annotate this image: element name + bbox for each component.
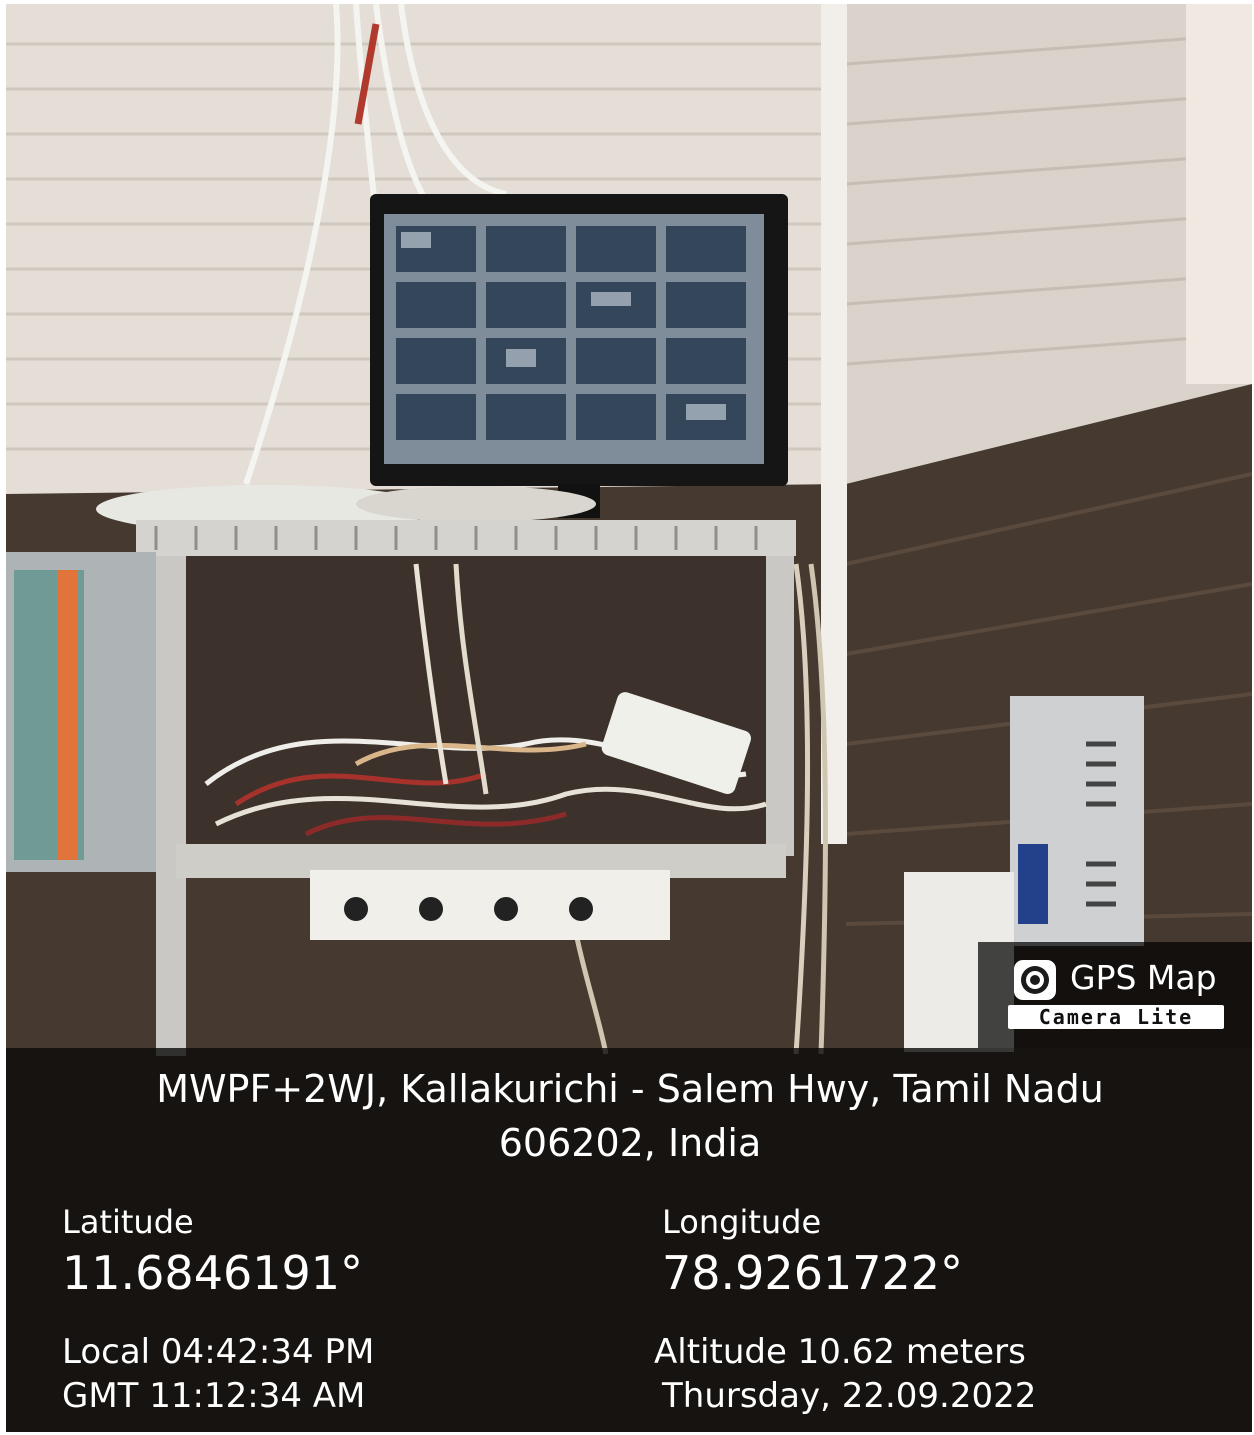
altitude: Altitude 10.62 meters bbox=[654, 1332, 1026, 1372]
badge-title: GPS Map bbox=[1070, 958, 1217, 997]
date: Thursday, 22.09.2022 bbox=[662, 1376, 1037, 1416]
address-line-2: 606202, India bbox=[498, 1121, 762, 1165]
longitude-value: 78.9261722° bbox=[662, 1246, 964, 1300]
local-time: Local 04:42:34 PM bbox=[62, 1332, 375, 1372]
camera-lens-icon bbox=[1014, 960, 1056, 1000]
longitude-label: Longitude bbox=[662, 1203, 822, 1241]
latitude-label: Latitude bbox=[62, 1203, 194, 1241]
badge-subtitle: Camera Lite bbox=[1008, 1005, 1224, 1029]
latitude-value: 11.6846191° bbox=[62, 1246, 364, 1300]
address: MWPF+2WJ, Kallakurichi - Salem Hwy, Tami… bbox=[0, 1062, 1254, 1170]
gmt-time: GMT 11:12:34 AM bbox=[62, 1376, 366, 1416]
address-line-1: MWPF+2WJ, Kallakurichi - Salem Hwy, Tami… bbox=[156, 1067, 1104, 1111]
